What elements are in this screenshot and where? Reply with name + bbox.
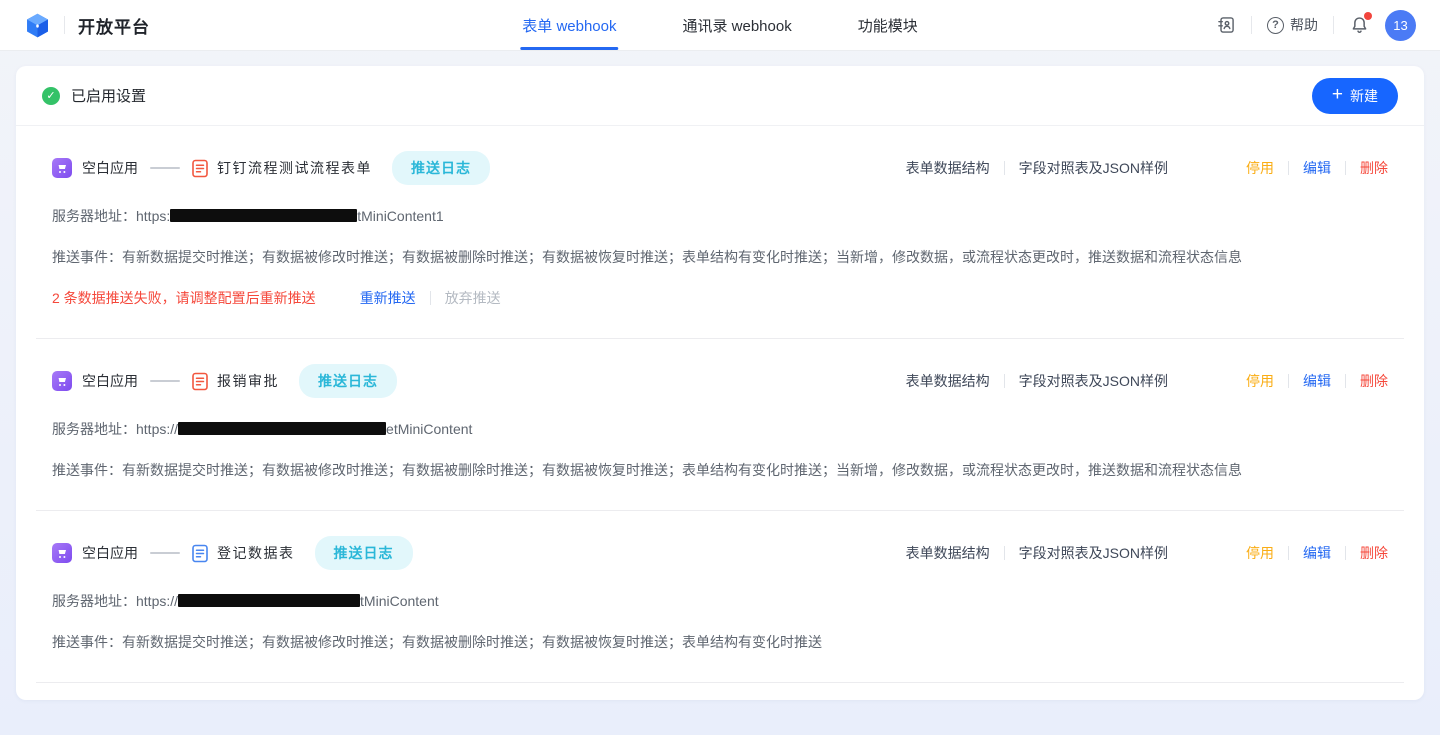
push-failure-message: 2 条数据推送失败，请调整配置后重新推送 — [52, 288, 316, 308]
entry-header-row: 空白应用 报销审批 推送日志 表单数据结构 字段对照表及JSON样例 停用 — [52, 364, 1388, 398]
tab-form-webhook[interactable]: 表单 webhook — [522, 0, 616, 50]
data-links-group: 表单数据结构 字段对照表及JSON样例 — [906, 543, 1168, 563]
main-tabs: 表单 webhook 通讯录 webhook 功能模块 — [522, 0, 917, 50]
help-button[interactable]: ? 帮助 — [1267, 15, 1318, 35]
form-doc-icon — [192, 372, 208, 391]
status-title: 已启用设置 — [71, 85, 146, 106]
push-log-badge[interactable]: 推送日志 — [392, 151, 490, 185]
push-events-line: 推送事件：有新数据提交时推送；有数据被修改时推送；有数据被删除时推送；有数据被恢… — [52, 460, 1388, 480]
webhook-entry: 空白应用 登记数据表 推送日志 表单数据结构 字段对照表及JSON样例 停用 — [36, 511, 1404, 683]
app-icon — [52, 543, 72, 563]
webhook-entry: 空白应用 报销审批 推送日志 表单数据结构 字段对照表及JSON样例 停用 — [36, 339, 1404, 511]
edit-link[interactable]: 编辑 — [1303, 158, 1331, 178]
field-mapping-json-link[interactable]: 字段对照表及JSON样例 — [1019, 543, 1168, 563]
abandon-push-link[interactable]: 放弃推送 — [445, 288, 501, 308]
entry-header-row: 空白应用 登记数据表 推送日志 表单数据结构 字段对照表及JSON样例 停用 — [52, 536, 1388, 570]
delete-link[interactable]: 删除 — [1360, 543, 1388, 563]
enabled-status: ✓ 已启用设置 — [42, 85, 146, 106]
link-separator — [1004, 161, 1005, 175]
dash-connector — [150, 380, 180, 382]
plus-icon: + — [1332, 85, 1343, 104]
entry-actions: 表单数据结构 字段对照表及JSON样例 停用 编辑 删除 — [906, 371, 1388, 391]
form-name: 钉钉流程测试流程表单 — [217, 158, 372, 178]
tab-contacts-webhook[interactable]: 通讯录 webhook — [682, 0, 791, 50]
form-data-structure-link[interactable]: 表单数据结构 — [906, 158, 990, 178]
form-name: 登记数据表 — [217, 543, 295, 563]
check-circle-icon: ✓ — [42, 87, 60, 105]
push-failure-row: 2 条数据推送失败，请调整配置后重新推送 重新推送 放弃推送 — [52, 288, 1388, 308]
address-book-icon[interactable] — [1216, 15, 1236, 35]
push-log-badge[interactable]: 推送日志 — [315, 536, 413, 570]
user-avatar[interactable]: 13 — [1385, 10, 1416, 41]
disable-link[interactable]: 停用 — [1246, 158, 1274, 178]
field-mapping-json-link[interactable]: 字段对照表及JSON样例 — [1019, 371, 1168, 391]
app-icon — [52, 158, 72, 178]
field-mapping-json-link[interactable]: 字段对照表及JSON样例 — [1019, 158, 1168, 178]
entry-actions: 表单数据结构 字段对照表及JSON样例 停用 编辑 删除 — [906, 543, 1388, 563]
form-data-structure-link[interactable]: 表单数据结构 — [906, 543, 990, 563]
brand-area: 开放平台 — [24, 12, 150, 39]
app-label: 空白应用 — [82, 371, 138, 391]
redacted-url-segment — [170, 209, 357, 222]
form-name: 报销审批 — [217, 371, 279, 391]
question-circle-icon: ? — [1267, 17, 1284, 34]
form-doc-icon — [192, 544, 208, 563]
link-separator — [1004, 546, 1005, 560]
create-new-button[interactable]: + 新建 — [1312, 78, 1398, 114]
webhook-settings-card: ✓ 已启用设置 + 新建 空白应用 钉钉流程测试流程表单 推送日志 — [16, 66, 1424, 700]
delete-link[interactable]: 删除 — [1360, 371, 1388, 391]
server-address-line: 服务器地址：https:tMiniContent1 — [52, 206, 1388, 226]
link-separator — [1345, 161, 1346, 175]
retry-push-link[interactable]: 重新推送 — [360, 288, 416, 308]
notification-dot — [1364, 12, 1372, 20]
tab-function-modules[interactable]: 功能模块 — [858, 0, 918, 50]
top-navigation-bar: 开放平台 表单 webhook 通讯录 webhook 功能模块 ? 帮助 — [0, 0, 1440, 51]
redacted-url-segment — [178, 594, 360, 607]
link-separator — [1288, 546, 1289, 560]
link-separator — [1288, 161, 1289, 175]
cube-logo-icon — [24, 12, 51, 39]
webhook-entry-list: 空白应用 钉钉流程测试流程表单 推送日志 表单数据结构 字段对照表及JSON样例… — [16, 126, 1424, 683]
app-label: 空白应用 — [82, 158, 138, 178]
app-label: 空白应用 — [82, 543, 138, 563]
header-divider — [1251, 16, 1252, 34]
data-links-group: 表单数据结构 字段对照表及JSON样例 — [906, 371, 1168, 391]
push-events-line: 推送事件：有新数据提交时推送；有数据被修改时推送；有数据被删除时推送；有数据被恢… — [52, 247, 1388, 267]
dash-connector — [150, 552, 180, 554]
webhook-entry: 空白应用 钉钉流程测试流程表单 推送日志 表单数据结构 字段对照表及JSON样例… — [36, 126, 1404, 339]
header-divider — [1333, 16, 1334, 34]
dash-connector — [150, 167, 180, 169]
page-title: 开放平台 — [78, 13, 150, 38]
entry-header-row: 空白应用 钉钉流程测试流程表单 推送日志 表单数据结构 字段对照表及JSON样例… — [52, 151, 1388, 185]
link-separator — [1004, 374, 1005, 388]
help-label: 帮助 — [1290, 15, 1318, 35]
link-separator — [430, 291, 431, 305]
notification-bell-icon[interactable] — [1349, 15, 1370, 36]
header-divider — [64, 16, 65, 34]
form-data-structure-link[interactable]: 表单数据结构 — [906, 371, 990, 391]
form-doc-icon — [192, 159, 208, 178]
delete-link[interactable]: 删除 — [1360, 158, 1388, 178]
disable-link[interactable]: 停用 — [1246, 543, 1274, 563]
redacted-url-segment — [178, 422, 386, 435]
push-events-line: 推送事件：有新数据提交时推送；有数据被修改时推送；有数据被删除时推送；有数据被恢… — [52, 632, 1388, 652]
link-separator — [1345, 546, 1346, 560]
data-links-group: 表单数据结构 字段对照表及JSON样例 — [906, 158, 1168, 178]
server-address-line: 服务器地址：https://tMiniContent — [52, 591, 1388, 611]
server-address-line: 服务器地址：https://etMiniContent — [52, 419, 1388, 439]
edit-link[interactable]: 编辑 — [1303, 543, 1331, 563]
card-header: ✓ 已启用设置 + 新建 — [16, 66, 1424, 126]
link-separator — [1345, 374, 1346, 388]
edit-link[interactable]: 编辑 — [1303, 371, 1331, 391]
disable-link[interactable]: 停用 — [1246, 371, 1274, 391]
header-actions: ? 帮助 13 — [1216, 10, 1416, 41]
entry-actions: 表单数据结构 字段对照表及JSON样例 停用 编辑 删除 — [906, 158, 1388, 178]
push-log-badge[interactable]: 推送日志 — [299, 364, 397, 398]
link-separator — [1288, 374, 1289, 388]
app-icon — [52, 371, 72, 391]
